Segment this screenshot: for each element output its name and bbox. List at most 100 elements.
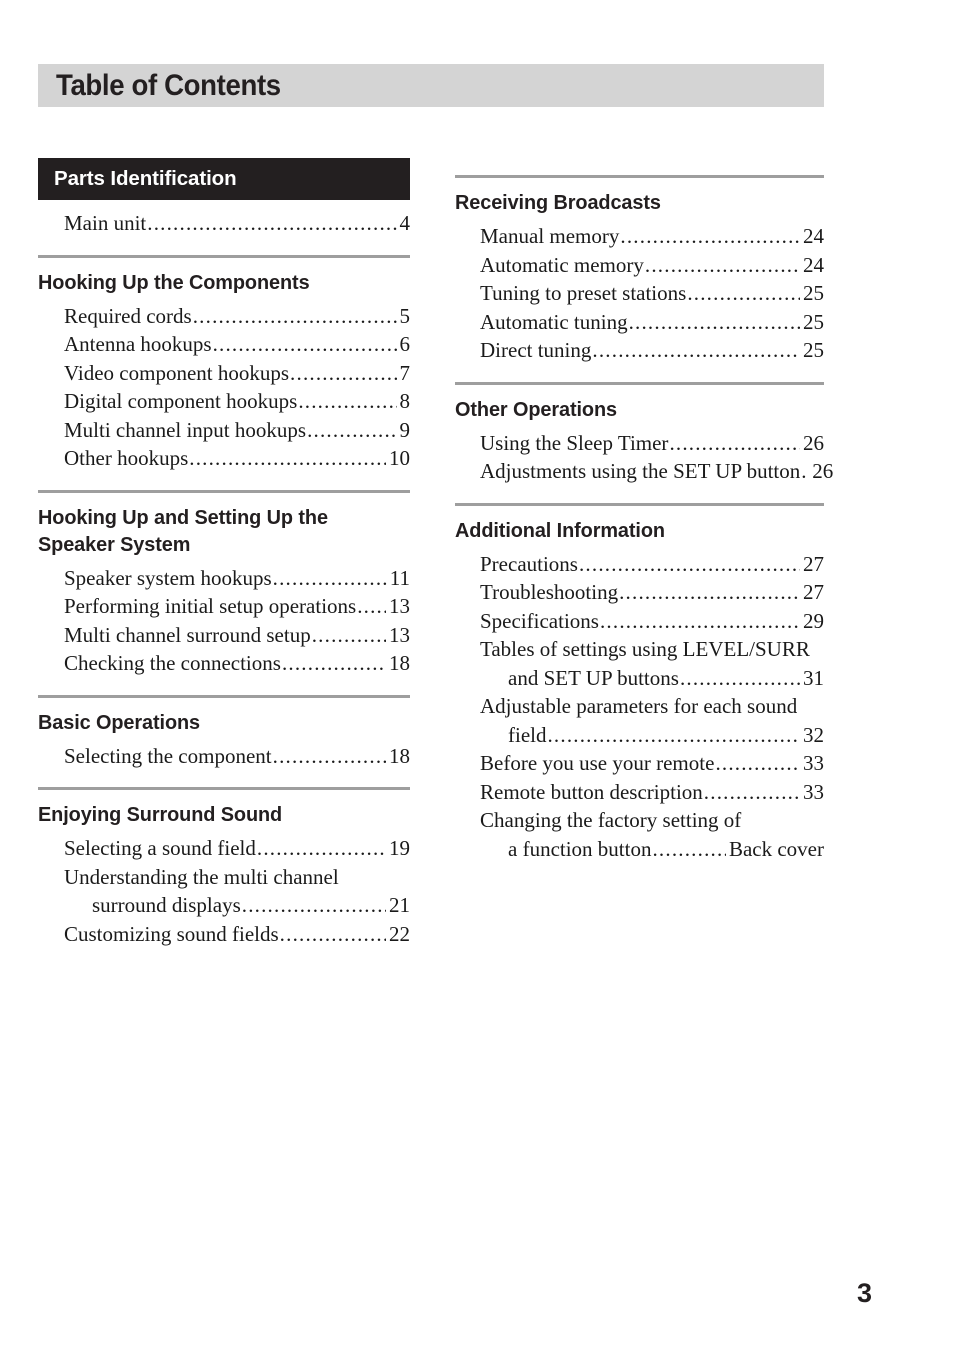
toc-section: Hooking Up and Setting Up the Speaker Sy… — [38, 489, 410, 678]
toc-entry-label: Direct tuning — [480, 338, 592, 362]
toc-entry[interactable]: Speaker system hookups 11 — [38, 564, 410, 593]
toc-entry-page: 7 — [399, 360, 411, 385]
dot-leader — [242, 891, 386, 920]
dot-leader — [282, 649, 386, 678]
toc-entry-page: 32 — [803, 722, 824, 747]
toc-entry-page: 24 — [803, 252, 824, 277]
toc-entry[interactable]: Multi channel surround setup 13 — [38, 621, 410, 650]
toc-entry[interactable]: Customizing sound fields 22 — [38, 920, 410, 949]
toc-entry[interactable]: Automatic memory 24 — [455, 251, 824, 280]
toc-entry[interactable]: Required cords 5 — [38, 302, 410, 331]
toc-entry[interactable]: Digital component hookups 8 — [38, 387, 410, 416]
toc-entry-label: Antenna hookups — [64, 332, 212, 356]
toc-entry[interactable]: Troubleshooting 27 — [455, 578, 824, 607]
toc-entry-continuation: a function button Back cover — [480, 835, 824, 864]
toc-entry-label: Remote button description — [480, 779, 703, 804]
toc-entry-label: Changing the factory setting of — [480, 808, 742, 832]
toc-entry-page: 18 — [389, 743, 410, 768]
toc-entry[interactable]: Adjustments using the SET UP button 26 — [455, 457, 833, 486]
toc-left-column: Parts Identification Main unit 4 Hooking Up… — [38, 158, 410, 948]
toc-section: Other OperationsUsing the Sleep Timer26A… — [455, 381, 833, 486]
toc-entry-page: Back cover — [728, 836, 824, 861]
toc-entry[interactable]: Antenna hookups 6 — [38, 330, 410, 359]
toc-entry-label: Selecting the component — [64, 743, 272, 768]
toc-entry[interactable]: Automatic tuning 25 — [455, 308, 824, 337]
section-divider — [38, 787, 410, 790]
toc-section: Basic Operations Selecting the component 1… — [38, 694, 410, 771]
toc-entry[interactable]: Checking the connections 18 — [38, 649, 410, 678]
section-heading: Hooking Up and Setting Up the Speaker Sy… — [38, 505, 328, 556]
toc-entry[interactable]: Manual memory 24 — [455, 222, 824, 251]
dot-leader — [547, 721, 800, 750]
toc-entry-label: Tuning to preset stations — [480, 281, 687, 305]
toc-entry[interactable]: Video component hookups 7 — [38, 359, 410, 388]
dot-leader — [307, 416, 396, 445]
toc-entry[interactable]: Selecting the component 18 — [38, 742, 410, 771]
section-heading: Additional Information — [455, 518, 665, 542]
dot-leader — [189, 444, 386, 473]
toc-entry[interactable]: Tuning to preset stations 25 — [455, 279, 824, 308]
toc-entry[interactable]: Precautions 27 — [455, 550, 824, 579]
toc-entry-page: 31 — [803, 665, 824, 690]
toc-entry-label: Checking the connections — [64, 651, 281, 675]
toc-entry-label: Adjustable parameters for each sound — [480, 694, 798, 718]
toc-entry-page: 11 — [389, 565, 410, 590]
toc-entry[interactable]: Multi channel input hookups 9 — [38, 416, 410, 445]
toc-right-column: Receiving BroadcastsManual memory24Autom… — [455, 158, 833, 863]
toc-entry[interactable]: Main unit 4 — [38, 209, 410, 238]
section-heading: Receiving Broadcasts — [455, 191, 661, 214]
toc-entry[interactable]: Before you use your remote 33 — [455, 749, 824, 778]
toc-entry[interactable]: Direct tuning 25 — [455, 336, 824, 365]
toc-entry-label: Automatic tuning — [480, 309, 628, 334]
toc-entry[interactable]: Tables of settings using LEVEL/SURR and S… — [455, 635, 824, 692]
dot-leader — [801, 457, 809, 486]
toc-entry-label: Multi channel input hookups — [64, 417, 307, 442]
section-divider — [38, 489, 410, 493]
toc-entry-list: Selecting a sound field 19 Understanding t… — [38, 834, 410, 948]
toc-entry-page: 26 — [803, 430, 824, 455]
toc-entry[interactable]: Using the Sleep Timer 26 — [455, 429, 824, 458]
toc-entry-continuation: and SET UP buttons 31 — [480, 664, 824, 693]
toc-entry-page: 29 — [803, 608, 824, 633]
toc-entry-label: surround displays — [92, 893, 241, 917]
dot-leader — [645, 251, 800, 280]
section-divider — [38, 254, 410, 258]
toc-entry-label: a function button — [508, 836, 652, 861]
dot-leader — [257, 834, 386, 863]
toc-entry[interactable]: Specifications 29 — [455, 607, 824, 636]
section-divider — [455, 502, 824, 506]
toc-entry-page: 4 — [399, 211, 411, 235]
toc-entry[interactable]: Selecting a sound field 19 — [38, 834, 410, 863]
toc-entry-label: Tables of settings using LEVEL/SURR — [480, 637, 810, 661]
toc-entry-page: 24 — [803, 224, 824, 248]
toc-entry-list: Selecting the component 18 — [38, 742, 410, 771]
dot-leader — [213, 330, 397, 359]
toc-entry[interactable]: Adjustable parameters for each sound fiel… — [455, 692, 824, 749]
toc-entry[interactable]: Understanding the multi channel surround … — [38, 863, 410, 920]
toc-section: Enjoying Surround Sound Selecting a sound… — [38, 787, 410, 948]
toc-entry[interactable]: Other hookups 10 — [38, 444, 410, 473]
toc-entry[interactable]: Remote button description 33 — [455, 778, 824, 807]
toc-entry-page: 8 — [399, 389, 411, 413]
dot-leader — [629, 308, 800, 337]
toc-entry-label: Digital component hookups — [64, 389, 298, 413]
toc-entry-page: 27 — [803, 580, 824, 604]
toc-entry-label: Speaker system hookups — [64, 565, 272, 590]
toc-entry-page: 13 — [389, 622, 410, 647]
toc-entry-page: 33 — [803, 751, 824, 775]
toc-entry-label: Adjustments using the SET UP button — [480, 459, 801, 483]
toc-entry-list: Speaker system hookups11Performing initi… — [38, 564, 410, 678]
toc-entry-label: Precautions — [480, 551, 578, 576]
toc-entry[interactable]: Performing initial setup operations 13 — [38, 592, 410, 621]
toc-entry-label: Other hookups — [64, 446, 189, 470]
toc-entry-label: Performing initial setup operations — [64, 594, 357, 618]
toc-entry-label: Selecting a sound field — [64, 836, 256, 860]
dot-leader — [579, 550, 800, 579]
toc-section: Parts Identification Main unit 4 — [38, 158, 410, 238]
toc-entry-page: 25 — [803, 309, 824, 334]
toc-entry-list: Manual memory24Automatic memory24Tuning … — [455, 222, 824, 365]
toc-entry-list: Using the Sleep Timer26Adjustments using… — [455, 429, 833, 486]
toc-entry-label: and SET UP buttons — [508, 665, 679, 690]
dot-leader — [273, 564, 387, 593]
toc-entry[interactable]: Changing the factory setting of a functio… — [455, 806, 824, 863]
